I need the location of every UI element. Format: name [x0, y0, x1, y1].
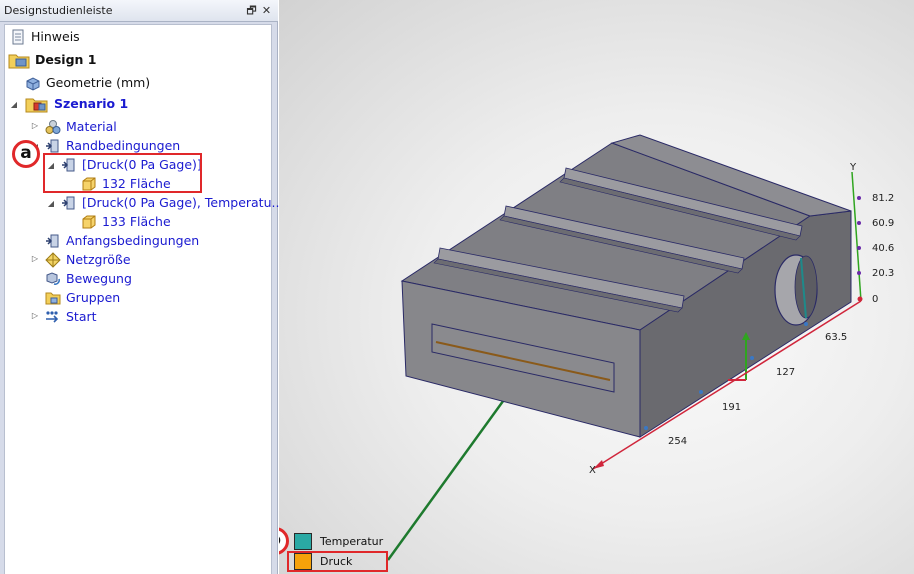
design-folder-icon	[8, 51, 30, 69]
collapse-arrow-icon[interactable]: ◢	[9, 100, 19, 109]
surface-icon	[81, 214, 97, 230]
tree-item-geometry[interactable]: Geometrie (mm)	[25, 73, 150, 92]
legend-label: Temperatur	[320, 535, 384, 548]
tree-item-label: [Druck(0 Pa Gage), Temperatu...	[82, 195, 284, 210]
expand-arrow-icon[interactable]: ▷	[30, 254, 40, 263]
panel-header: Designstudienleiste 🗗 ✕	[0, 0, 278, 22]
expand-arrow-icon[interactable]: ▷	[30, 311, 40, 320]
x-tick-mark	[644, 426, 648, 430]
y-tick-label: 81.2	[872, 193, 894, 204]
tree-item-initial-conditions[interactable]: Anfangsbedingungen	[45, 231, 199, 250]
pressure-bc-icon	[61, 195, 77, 211]
tree-item-scenario[interactable]: Szenario 1	[25, 94, 128, 113]
motion-icon	[45, 271, 61, 287]
x-tick-label: 254	[668, 436, 687, 447]
y-tick-mark	[857, 271, 861, 275]
x-tick-mark	[804, 322, 808, 326]
housing-model	[400, 134, 852, 438]
x-tick-mark	[750, 356, 754, 360]
tree-item-label: Anfangsbedingungen	[66, 233, 200, 248]
tree-item-hint[interactable]: Hinweis	[10, 27, 80, 46]
y-tick-label: 20.3	[872, 268, 894, 279]
y-tick-mark	[857, 196, 861, 200]
axis-origin	[857, 296, 863, 302]
x-axis-label: X	[589, 465, 596, 476]
y-axis-line	[851, 171, 862, 302]
design-study-panel: Designstudienleiste 🗗 ✕ Hinweis Design 1…	[0, 0, 283, 574]
close-panel-button[interactable]: ✕	[259, 3, 274, 18]
note-icon	[10, 29, 26, 45]
callout-b-highlight	[287, 551, 388, 572]
tree-item-label: Hinweis	[31, 29, 80, 44]
model-scene: X 63.5 127 191 254 Y 81.2 60.9 40.6 20.3 0	[386, 134, 894, 561]
tree-item-label: Netzgröße	[66, 252, 131, 267]
tree-item-label: Design 1	[35, 52, 97, 67]
tree-item-label: Geometrie (mm)	[46, 75, 151, 90]
x-tick-label: 63.5	[825, 332, 847, 343]
y-axis-label: Y	[849, 162, 857, 173]
x-tick-label: 127	[776, 367, 795, 378]
tree-item-label: 133 Fläche	[102, 214, 171, 229]
legend-temperature: Temperatur	[294, 533, 383, 550]
collapse-arrow-icon[interactable]: ◢	[46, 199, 56, 208]
panel-title: Designstudienleiste	[4, 4, 113, 17]
tree-item-label: Start	[66, 309, 97, 324]
tree-item-material[interactable]: Material	[45, 117, 117, 136]
tree-item-design[interactable]: Design 1	[8, 50, 96, 69]
scenario-folder-icon	[25, 95, 49, 113]
geometry-icon	[25, 75, 41, 91]
tree-item-surface-133[interactable]: 133 Fläche	[81, 212, 171, 231]
temperature-swatch	[294, 533, 312, 550]
y-tick-label: 0	[872, 294, 878, 305]
float-panel-button[interactable]: 🗗	[244, 3, 259, 18]
design-tree: Hinweis Design 1 Geometrie (mm) ◢ Szenar…	[4, 24, 283, 574]
tree-item-groups[interactable]: Gruppen	[45, 288, 120, 307]
x-tick-label: 191	[722, 402, 741, 413]
callout-a-marker: a	[12, 140, 40, 168]
initial-conditions-icon	[45, 233, 61, 249]
y-tick-mark	[857, 221, 861, 225]
tree-item-label: Szenario 1	[54, 96, 129, 111]
expand-arrow-icon[interactable]: ▷	[30, 121, 40, 130]
y-tick-label: 60.9	[872, 218, 894, 229]
material-icon	[45, 119, 61, 135]
tree-item-label: Material	[66, 119, 117, 134]
groups-icon	[45, 290, 61, 306]
tree-item-mesh-size[interactable]: Netzgröße	[45, 250, 131, 269]
tree-item-pressure-temp-bc[interactable]: [Druck(0 Pa Gage), Temperatu...	[61, 193, 283, 212]
boundary-conditions-icon	[45, 138, 61, 154]
tree-item-label: Bewegung	[66, 271, 132, 286]
tree-item-motion[interactable]: Bewegung	[45, 269, 132, 288]
x-tick-mark	[699, 390, 703, 394]
tree-item-start[interactable]: Start	[45, 307, 97, 326]
mesh-icon	[45, 251, 61, 268]
tree-item-label: Gruppen	[66, 290, 121, 305]
callout-a-highlight	[43, 153, 202, 193]
y-tick-mark	[857, 246, 861, 250]
graphics-viewport[interactable]: X 63.5 127 191 254 Y 81.2 60.9 40.6 20.3 0 Tempera…	[279, 0, 914, 574]
y-tick-label: 40.6	[872, 243, 894, 254]
run-icon	[45, 309, 61, 325]
